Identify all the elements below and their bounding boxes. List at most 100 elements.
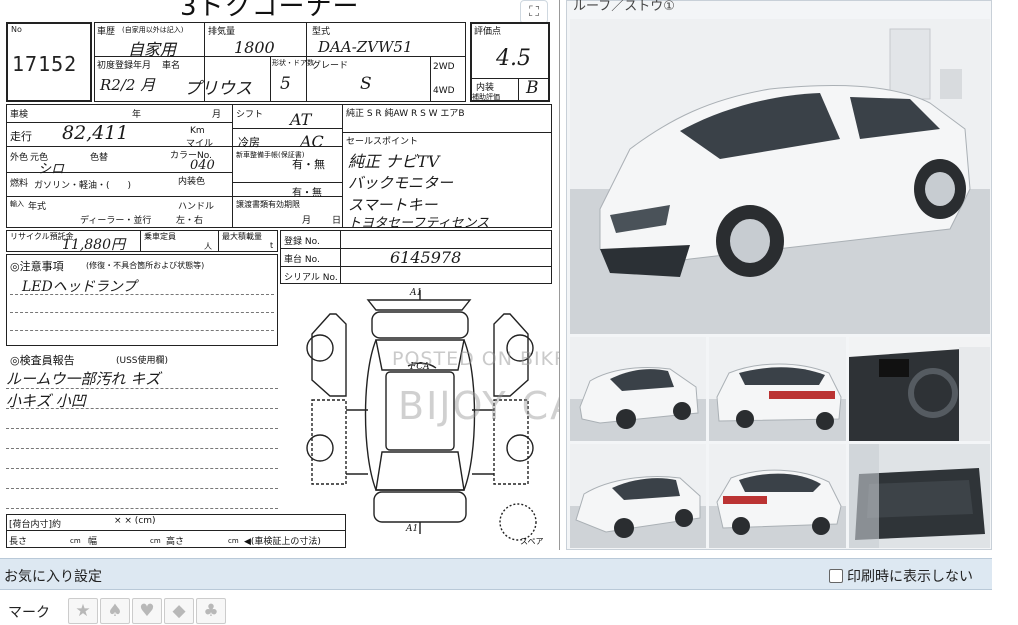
width-cm: cm xyxy=(150,537,161,545)
club-icon[interactable]: ♣ xyxy=(196,598,226,624)
cargo-label: [荷台内寸]約 xyxy=(9,520,62,530)
hide-on-print-checkbox[interactable] xyxy=(829,569,843,583)
history-note: (自家用以外は記入) xyxy=(122,26,184,34)
transfer-label: 譲渡書類有効期限 xyxy=(236,200,300,209)
mark-row: マーク ★ ♠ ♥ ◆ ♣ xyxy=(0,592,992,625)
load-label: 最大積載量 xyxy=(222,232,262,241)
score-label: 評価点 xyxy=(474,27,502,37)
color-change-label: 色替 xyxy=(90,153,109,163)
chassis-label: 車台 No. xyxy=(284,255,320,265)
thumb-front-left[interactable] xyxy=(570,337,706,441)
import-label: 輸入 xyxy=(10,200,24,208)
diamond-icon[interactable]: ◆ xyxy=(164,598,194,624)
handle-label: ハンドル xyxy=(178,202,215,212)
length-label: 長さ xyxy=(9,537,28,547)
persons-label: 人 xyxy=(204,242,212,251)
inspection-label: 車検 xyxy=(10,110,29,120)
thumb-rear-left[interactable] xyxy=(709,444,846,548)
thumb-interior-dash[interactable] xyxy=(849,337,990,441)
chassis-value: 6145978 xyxy=(390,248,462,267)
tons-label: t xyxy=(270,241,274,250)
photo-gallery: ルーフ／ストウ① xyxy=(566,0,992,550)
sales-point-label: セールスポイント xyxy=(346,137,419,147)
supplement-label: 補助評価 xyxy=(472,93,500,101)
import-year-label: 年式 xyxy=(28,202,47,212)
km-label: Km xyxy=(190,126,205,136)
note-line-1: LEDヘッドランプ xyxy=(22,279,137,295)
model-code-label: 型式 xyxy=(312,27,331,37)
transfer-day-label: 日 xyxy=(332,216,342,226)
lot-label: No xyxy=(11,25,22,34)
shift-value: AT xyxy=(290,110,312,129)
transfer-month-label: 月 xyxy=(302,216,312,226)
sales-point-2: バックモニター xyxy=(348,174,454,192)
thumb-rear-seats[interactable] xyxy=(849,444,990,548)
watermark-posted: POSTED ON BIKROY xyxy=(392,348,559,370)
star-icon[interactable]: ★ xyxy=(68,598,98,624)
grade-value: S xyxy=(360,74,372,94)
doors-label: 形状・ドア数 xyxy=(272,59,314,67)
length-cm: cm xyxy=(70,537,81,545)
dealer-label: ディーラー・並行 xyxy=(80,216,152,226)
inspector-subtitle: (USS使用欄) xyxy=(116,356,169,366)
car-name-label: 車名 xyxy=(162,61,181,71)
recycle-fee-value: 11,880円 xyxy=(62,237,125,253)
sales-point-1: 純正 ナビTV xyxy=(348,152,440,171)
watermark-brand: BIJOY CARS xyxy=(398,384,559,428)
int-color-label: 内装色 xyxy=(178,177,206,187)
main-car-photo[interactable] xyxy=(570,19,990,334)
expand-icon[interactable]: ⛶ xyxy=(520,0,548,24)
doors-value: 5 xyxy=(280,74,291,94)
first-reg-label: 初度登録年月 xyxy=(97,61,152,71)
inspector-line-1: ルームウ一部汚れ キズ xyxy=(6,370,161,388)
recycle-options: 有・無 xyxy=(292,188,322,199)
gallery-title: ルーフ／ストウ① xyxy=(573,0,675,14)
cargo-marks: × × (cm) xyxy=(114,516,156,526)
height-cm: cm xyxy=(228,537,239,545)
history-label: 車歴 xyxy=(97,27,116,37)
2wd-label: 2WD xyxy=(433,62,455,72)
hide-on-print-label: 印刷時に表示しない xyxy=(847,569,973,585)
sales-point-4: トヨタセーフティセンス xyxy=(348,216,490,231)
capacity-label: 乗車定員 xyxy=(144,232,176,241)
mark-icon-group: ★ ♠ ♥ ◆ ♣ xyxy=(68,598,226,624)
score-value: 4.5 xyxy=(496,46,531,71)
registration-label: 登録 No. xyxy=(284,237,320,247)
warranty-options: 有・無 xyxy=(292,158,325,171)
aircon-value: AC xyxy=(300,132,324,151)
page-scrollbar[interactable] xyxy=(994,0,1018,625)
shift-label: シフト xyxy=(236,110,264,120)
mileage-value: 82,411 xyxy=(62,122,129,144)
spare-label: スペア xyxy=(520,537,544,546)
sheet-corner-title: 3トクコーナー xyxy=(180,0,360,22)
fuel-label: 燃料 xyxy=(10,179,29,189)
mark-label: マーク xyxy=(8,605,50,621)
displacement-label: 排気量 xyxy=(208,27,236,37)
hide-on-print-toggle[interactable]: 印刷時に表示しない xyxy=(829,566,973,586)
equipment-label: 純正 S R 純AW R S W エアB xyxy=(346,109,465,119)
first-reg-value: R2/2 月 xyxy=(100,76,156,94)
inspector-title: ◎検査員報告 xyxy=(10,354,75,367)
thumb-front-right[interactable] xyxy=(570,444,706,548)
spade-icon[interactable]: ♠ xyxy=(100,598,130,624)
width-label: 幅 xyxy=(88,537,98,547)
serial-label: シリアル No. xyxy=(284,273,338,283)
car-name-value: プリウス xyxy=(184,79,252,99)
orig-color-value: シロ xyxy=(38,162,65,177)
handle-options: 左・右 xyxy=(176,216,204,226)
heart-icon[interactable]: ♥ xyxy=(132,598,162,624)
ext-color-label: 外色 xyxy=(10,153,29,163)
4wd-label: 4WD xyxy=(433,86,455,96)
diagram-a1-top: A1 xyxy=(410,288,423,298)
inspection-year-label: 年 xyxy=(132,110,142,120)
height-label: 高さ xyxy=(166,537,185,547)
notes-subtitle: (修復・不具合箇所および状態等) xyxy=(86,261,205,270)
inspection-month-label: 月 xyxy=(212,110,222,120)
notes-title: ◎注意事項 xyxy=(10,260,64,273)
displacement-value: 1800 xyxy=(234,38,275,57)
thumb-rear-right[interactable] xyxy=(709,337,846,441)
mileage-label: 走行 xyxy=(10,130,32,143)
favorites-bar: お気に入り設定 印刷時に表示しない xyxy=(0,558,992,590)
history-value: 自家用 xyxy=(128,40,177,59)
lot-number-box: No 17152 xyxy=(6,22,92,102)
